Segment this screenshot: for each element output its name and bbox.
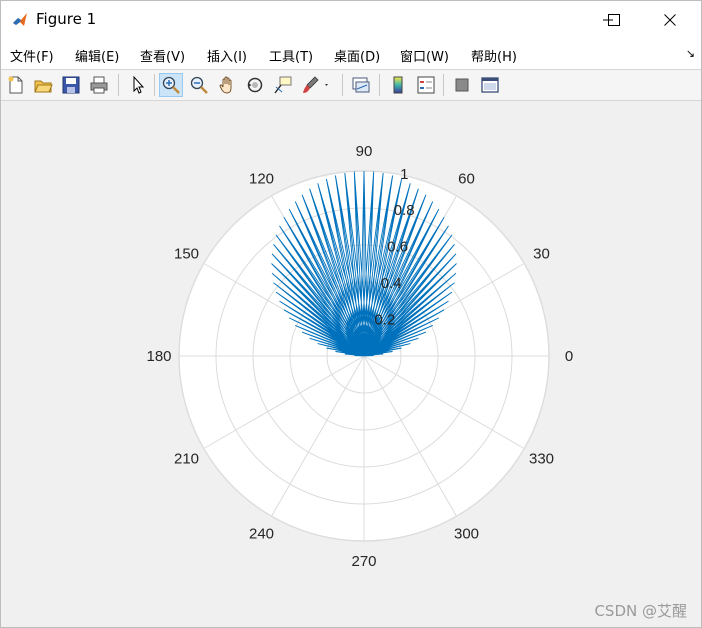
polar-theta-tick-label: 270	[351, 553, 376, 570]
polar-theta-tick-label: 210	[174, 451, 199, 468]
zoom-in-button[interactable]	[159, 73, 183, 97]
link-plot-icon	[352, 77, 370, 93]
polar-theta-tick-label: 30	[533, 246, 550, 263]
hide-plot-tools-button[interactable]	[450, 73, 474, 97]
menu-edit[interactable]: 编辑(E)	[75, 46, 119, 65]
insert-colorbar-button[interactable]	[386, 73, 410, 97]
save-icon	[62, 76, 80, 94]
print-button[interactable]	[87, 73, 111, 97]
show-plot-tools-button[interactable]	[478, 73, 502, 97]
polar-theta-tick-label: 300	[454, 526, 479, 543]
toolbar-separator	[443, 74, 444, 96]
title-bar[interactable]: Figure 1	[1, 1, 701, 39]
pan-button[interactable]	[215, 73, 239, 97]
zoom-out-button[interactable]	[187, 73, 211, 97]
polar-theta-tick-label: 90	[356, 143, 373, 160]
new-figure-icon	[8, 76, 23, 94]
polar-theta-tick-label: 60	[458, 171, 475, 188]
polar-r-tick-label: 1	[400, 166, 408, 183]
polar-axes[interactable]: 0 30 60 90 120 150 180 210 240 270 300 330 0.2 0.4 0.6…	[1, 101, 701, 627]
print-icon	[90, 76, 108, 94]
data-cursor-button[interactable]	[271, 73, 295, 97]
show-plot-tools-icon	[481, 77, 499, 93]
menu-insert[interactable]: 插入(I)	[207, 46, 247, 65]
polar-r-tick-label: 0.8	[394, 202, 415, 219]
edit-plot-button[interactable]	[126, 73, 150, 97]
insert-colorbar-icon	[393, 76, 403, 94]
menu-tools[interactable]: 工具(T)	[269, 46, 313, 65]
brush-icon	[303, 76, 328, 93]
figure-canvas[interactable]: 0 30 60 90 120 150 180 210 240 270 300 330 0.2 0.4 0.6…	[1, 101, 701, 627]
menu-bar: 文件(F) 编辑(E) 查看(V) 插入(I) 工具(T) 桌面(D) 窗口(W…	[1, 39, 701, 70]
edit-plot-icon	[133, 75, 145, 94]
polar-theta-tick-label: 120	[249, 171, 274, 188]
open-file-icon	[34, 80, 53, 93]
menu-view[interactable]: 查看(V)	[140, 46, 185, 65]
polar-theta-tick-label: 150	[174, 246, 199, 263]
close-icon	[664, 14, 676, 26]
matlab-logo-icon	[11, 11, 29, 29]
brush-button[interactable]	[299, 73, 333, 97]
toolbar-separator	[379, 74, 380, 96]
polar-theta-tick-label: 0	[565, 348, 573, 365]
insert-legend-icon	[417, 76, 435, 94]
window-title: Figure 1	[36, 10, 97, 28]
menu-window[interactable]: 窗口(W)	[400, 46, 449, 65]
insert-legend-button[interactable]	[414, 73, 438, 97]
polar-r-tick-label: 0.4	[381, 275, 402, 292]
data-cursor-icon	[274, 76, 292, 94]
maximize-button[interactable]	[591, 1, 637, 39]
menu-desktop[interactable]: 桌面(D)	[334, 46, 380, 65]
rotate-3d-icon	[247, 77, 263, 93]
toolbar-separator	[154, 74, 155, 96]
pan-icon	[219, 76, 232, 94]
polar-theta-tick-label: 180	[146, 348, 171, 365]
maximize-icon	[608, 14, 620, 26]
open-file-button[interactable]	[31, 73, 55, 97]
zoom-in-icon	[162, 76, 180, 94]
new-figure-button[interactable]	[4, 73, 28, 97]
hide-plot-tools-icon	[455, 78, 469, 92]
menu-file[interactable]: 文件(F)	[10, 46, 54, 65]
figure-toolbar	[1, 70, 701, 101]
close-button[interactable]	[647, 1, 693, 39]
dock-figure-icon[interactable]: ↘	[686, 47, 695, 60]
menu-help[interactable]: 帮助(H)	[471, 46, 517, 65]
link-plot-button[interactable]	[349, 73, 373, 97]
polar-r-tick-label: 0.6	[387, 239, 408, 256]
rotate-3d-button[interactable]	[243, 73, 267, 97]
polar-theta-tick-label: 240	[249, 526, 274, 543]
polar-theta-tick-label: 330	[529, 451, 554, 468]
watermark-text: CSDN @艾醒	[594, 602, 687, 620]
polar-r-tick-label: 0.2	[374, 312, 395, 329]
zoom-out-icon	[190, 76, 208, 94]
figure-window: Figure 1 文件(F) 编辑(E) 查看(V) 插入(I) 工具(T) 桌…	[0, 0, 702, 628]
toolbar-separator	[118, 74, 119, 96]
save-button[interactable]	[59, 73, 83, 97]
toolbar-separator	[342, 74, 343, 96]
